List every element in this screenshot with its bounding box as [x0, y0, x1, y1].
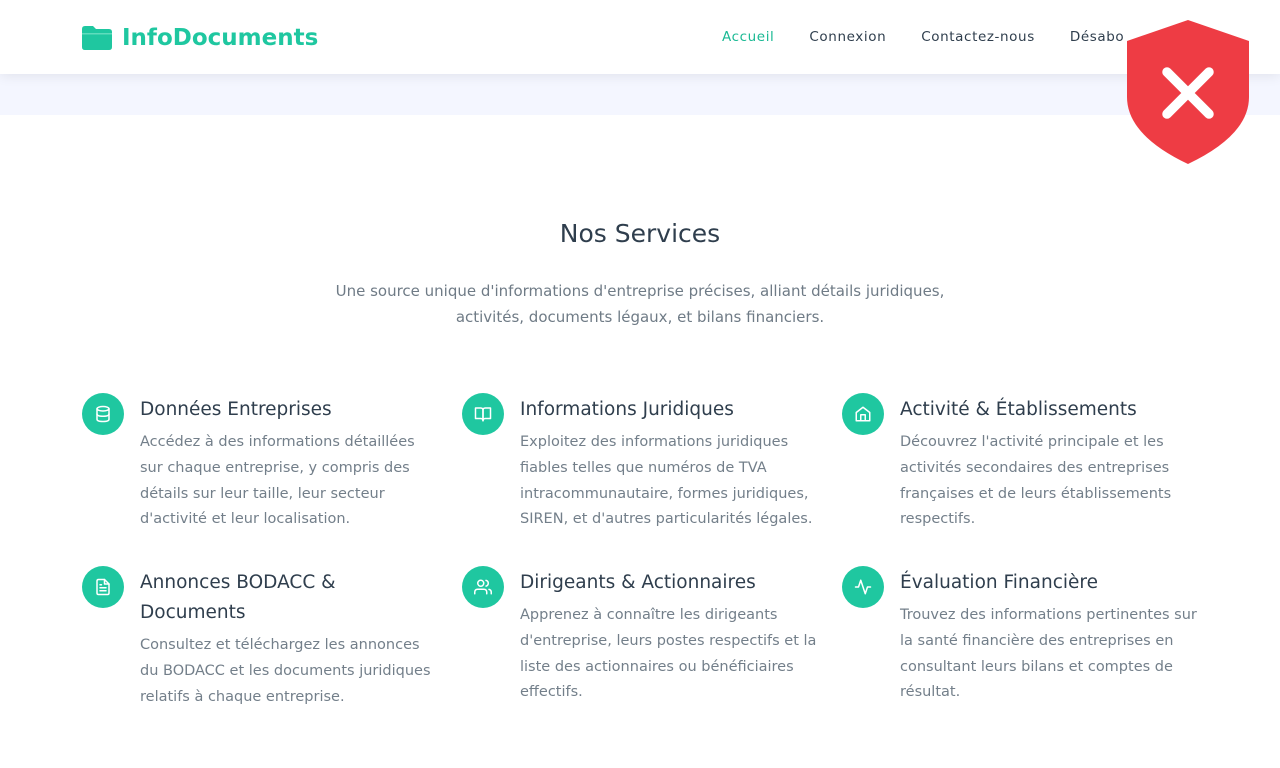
hero-band [0, 74, 1280, 115]
service-title: Dirigeants & Actionnaires [520, 572, 756, 593]
home-icon [842, 393, 884, 435]
site-header: InfoDocuments Accueil Connexion Contacte… [0, 0, 1280, 74]
service-description: Trouvez des informations pertinentes sur… [900, 607, 1197, 701]
services-title: Nos Services [559, 219, 721, 248]
service-title: Évaluation Financière [900, 572, 1098, 593]
services-subtitle: Une source unique d'informations d'entre… [335, 282, 945, 326]
activity-icon [842, 566, 884, 608]
brand-name: InfoDocuments [122, 25, 319, 51]
shield-x-icon [1127, 20, 1249, 164]
service-description: Exploitez des informations juridiques fi… [520, 434, 813, 528]
service-description: Accédez à des informations détaillées su… [140, 434, 415, 528]
service-title: Annonces BODACC & Documents [140, 572, 336, 623]
nav-desabonnement[interactable]: Désabo [1070, 28, 1124, 46]
brand-logo[interactable]: InfoDocuments [82, 24, 318, 52]
nav-connexion[interactable]: Connexion [809, 28, 886, 46]
service-title: Informations Juridiques [520, 399, 734, 420]
service-title: Données Entreprises [140, 399, 332, 420]
folder-icon [82, 26, 112, 50]
service-description: Découvrez l'activité principale et les a… [900, 434, 1172, 528]
database-icon [82, 393, 124, 435]
users-icon [462, 566, 504, 608]
service-title: Activité & Établissements [900, 399, 1137, 420]
main-nav: Accueil Connexion Contactez-nous Désabo [722, 28, 1159, 46]
service-description: Consultez et téléchargez les annonces du… [140, 637, 431, 705]
nav-accueil[interactable]: Accueil [722, 28, 774, 46]
service-description: Apprenez à connaître les dirigeants d'en… [520, 607, 817, 701]
book-open-icon [462, 393, 504, 435]
file-text-icon [82, 566, 124, 608]
nav-contact[interactable]: Contactez-nous [921, 28, 1035, 46]
